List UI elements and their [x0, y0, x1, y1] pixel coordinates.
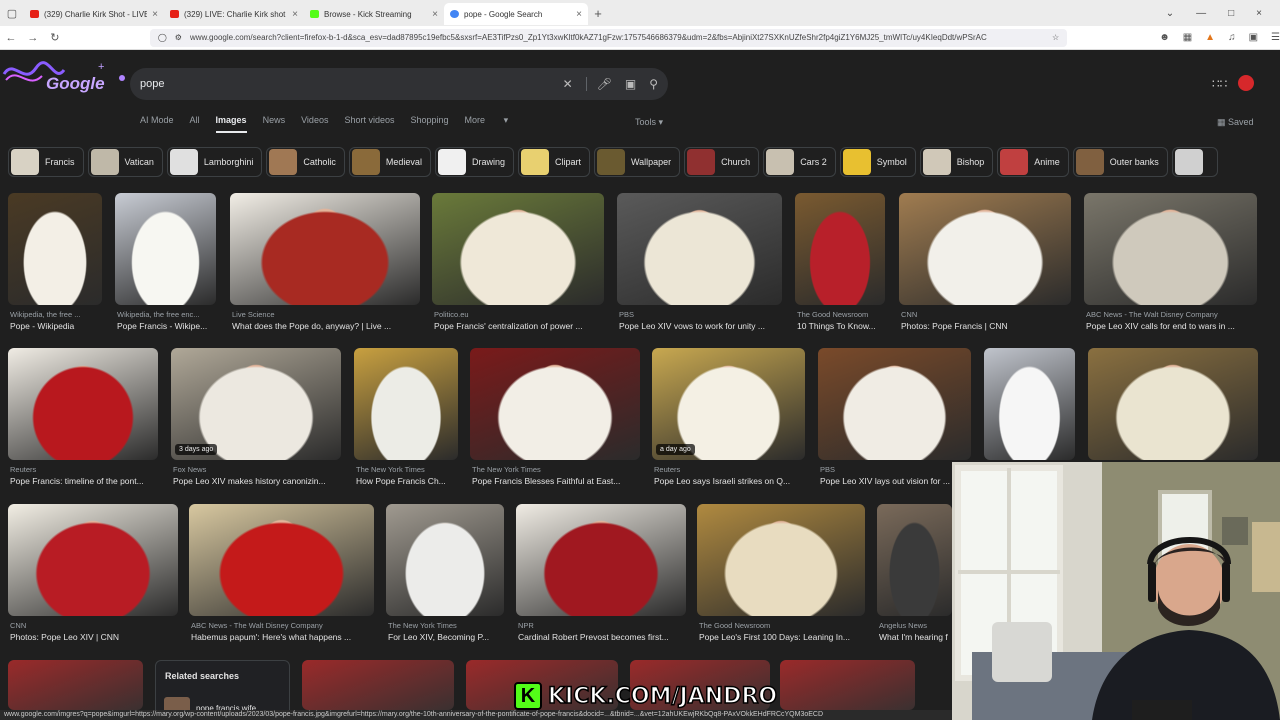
image-result[interactable]: The Good Newsroom Pope Leo's First 100 Da…	[697, 504, 865, 646]
result-source[interactable]: Angelus News	[879, 621, 952, 630]
result-thumbnail[interactable]	[8, 504, 178, 616]
result-thumbnail[interactable]	[1088, 348, 1258, 460]
result-thumbnail[interactable]	[516, 504, 686, 616]
result-thumbnail[interactable]	[230, 193, 420, 305]
result-thumbnail[interactable]	[984, 348, 1075, 460]
result-thumbnail[interactable]	[795, 193, 885, 305]
result-source[interactable]: ABC News - The Walt Disney Company	[191, 621, 374, 630]
result-source[interactable]: PBS	[820, 465, 971, 474]
result-thumbnail[interactable]	[697, 504, 865, 616]
image-result[interactable]: 3 days ago Fox News Pope Leo XIV makes his…	[171, 348, 341, 490]
result-source[interactable]: PBS	[619, 310, 782, 319]
image-result-partial[interactable]	[780, 660, 915, 710]
image-result[interactable]: PBS Pope Leo XIV vows to work for unity .…	[617, 193, 782, 335]
result-caption[interactable]: Pope Francis' centralization of power ..…	[434, 321, 616, 331]
result-source[interactable]: Reuters	[654, 465, 805, 474]
image-result[interactable]: ABC News - The Walt Disney Company Habemu…	[189, 504, 374, 646]
result-caption[interactable]: Pope Leo's First 100 Days: Leaning In...	[699, 632, 877, 642]
result-caption[interactable]: Habemus papum': Here's what happens ...	[191, 632, 386, 642]
result-caption[interactable]: Pope Leo XIV calls for end to wars in ..…	[1086, 321, 1269, 331]
image-result[interactable]: The New York Times How Pope Francis Ch...	[354, 348, 458, 490]
kick-channel-overlay: K KICK.COM/JANDRO	[514, 681, 778, 711]
image-result[interactable]: PBS Pope Leo XIV lays out vision for ...	[818, 348, 971, 490]
result-source[interactable]: CNN	[10, 621, 178, 630]
kick-url-text: KICK.COM/JANDRO	[547, 683, 778, 710]
result-thumbnail[interactable]	[470, 348, 640, 460]
result-caption[interactable]: For Leo XIV, Becoming P...	[388, 632, 516, 642]
webcam-overlay	[952, 462, 1280, 720]
time-badge: 3 days ago	[175, 444, 218, 455]
result-source[interactable]: Politico.eu	[434, 310, 604, 319]
result-source[interactable]: The New York Times	[356, 465, 458, 474]
result-thumbnail[interactable]	[8, 348, 158, 460]
result-source[interactable]: The New York Times	[472, 465, 640, 474]
result-caption[interactable]: Pope Francis - Wikipe...	[117, 321, 228, 331]
result-source[interactable]: The Good Newsroom	[699, 621, 865, 630]
image-result[interactable]: Wikipedia, the free ... Pope - Wikipedia	[8, 193, 102, 335]
image-result[interactable]: The New York Times For Leo XIV, Becoming …	[386, 504, 504, 646]
result-caption[interactable]: Photos: Pope Francis | CNN	[901, 321, 1083, 331]
result-thumbnail[interactable]	[1084, 193, 1257, 305]
image-result-partial[interactable]	[8, 660, 143, 710]
image-result[interactable]: CNN Photos: Pope Francis | CNN	[899, 193, 1071, 335]
result-caption[interactable]: Cardinal Robert Prevost becomes first...	[518, 632, 698, 642]
result-source[interactable]: ABC News - The Walt Disney Company	[1086, 310, 1257, 319]
result-caption[interactable]: Photos: Pope Leo XIV | CNN	[10, 632, 190, 642]
result-caption[interactable]: Pope - Wikipedia	[10, 321, 114, 331]
result-source[interactable]: The New York Times	[388, 621, 504, 630]
image-result[interactable]: The New York Times Pope Francis Blesses F…	[470, 348, 640, 490]
result-thumbnail[interactable]	[432, 193, 604, 305]
image-result[interactable]: ABC News - The Walt Disney Company Pope L…	[1084, 193, 1257, 335]
time-badge: a day ago	[656, 444, 695, 455]
related-searches-title: Related searches	[165, 671, 240, 681]
result-caption[interactable]: What does the Pope do, anyway? | Live ..…	[232, 321, 432, 331]
status-bar-url: www.google.com/imgres?q=pope&imgurl=http…	[0, 710, 952, 720]
image-result[interactable]: Angelus News What I'm hearing f	[877, 504, 952, 646]
browser-window: ▢ (329) Charlie Kirk Shot - LIVE B × (32…	[0, 0, 1280, 720]
result-thumbnail[interactable]	[899, 193, 1071, 305]
result-thumbnail[interactable]	[386, 504, 504, 616]
result-caption[interactable]: Pope Leo says Israeli strikes on Q...	[654, 476, 817, 486]
result-thumbnail[interactable]	[189, 504, 374, 616]
result-source[interactable]: Wikipedia, the free enc...	[117, 310, 216, 319]
result-thumbnail[interactable]	[617, 193, 782, 305]
result-thumbnail[interactable]	[877, 504, 952, 616]
result-caption[interactable]: Pope Leo XIV makes history canonizin...	[173, 476, 353, 486]
image-result[interactable]: Wikipedia, the free enc... Pope Francis -…	[115, 193, 216, 335]
result-source[interactable]: Reuters	[10, 465, 158, 474]
kick-logo-icon: K	[514, 682, 542, 710]
image-result[interactable]: Politico.eu Pope Francis' centralization …	[432, 193, 604, 335]
result-caption[interactable]: Pope Leo XIV vows to work for unity ...	[619, 321, 794, 331]
result-caption[interactable]: 10 Things To Know...	[797, 321, 897, 331]
result-thumbnail[interactable]	[354, 348, 458, 460]
result-source[interactable]: The Good Newsroom	[797, 310, 885, 319]
result-thumbnail[interactable]	[8, 193, 102, 305]
result-source[interactable]: NPR	[518, 621, 686, 630]
image-result[interactable]: Reuters Pope Francis: timeline of the pon…	[8, 348, 158, 490]
result-source[interactable]: Wikipedia, the free ...	[10, 310, 102, 319]
image-result[interactable]: The Good Newsroom 10 Things To Know...	[795, 193, 885, 335]
result-source[interactable]: Live Science	[232, 310, 420, 319]
result-caption[interactable]: How Pope Francis Ch...	[356, 476, 470, 486]
result-caption[interactable]: Pope Francis Blesses Faithful at East...	[472, 476, 652, 486]
image-result[interactable]: a day ago Reuters Pope Leo says Israeli st…	[652, 348, 805, 490]
result-thumbnail[interactable]	[115, 193, 216, 305]
image-result[interactable]: CNN Photos: Pope Leo XIV | CNN	[8, 504, 178, 646]
image-result-partial[interactable]	[302, 660, 454, 710]
result-source[interactable]: Fox News	[173, 465, 341, 474]
image-result[interactable]: Live Science What does the Pope do, anywa…	[230, 193, 420, 335]
result-source[interactable]: CNN	[901, 310, 1071, 319]
result-thumbnail[interactable]	[818, 348, 971, 460]
image-result[interactable]: NPR Cardinal Robert Prevost becomes first…	[516, 504, 686, 646]
result-caption[interactable]: Pope Francis: timeline of the pont...	[10, 476, 170, 486]
